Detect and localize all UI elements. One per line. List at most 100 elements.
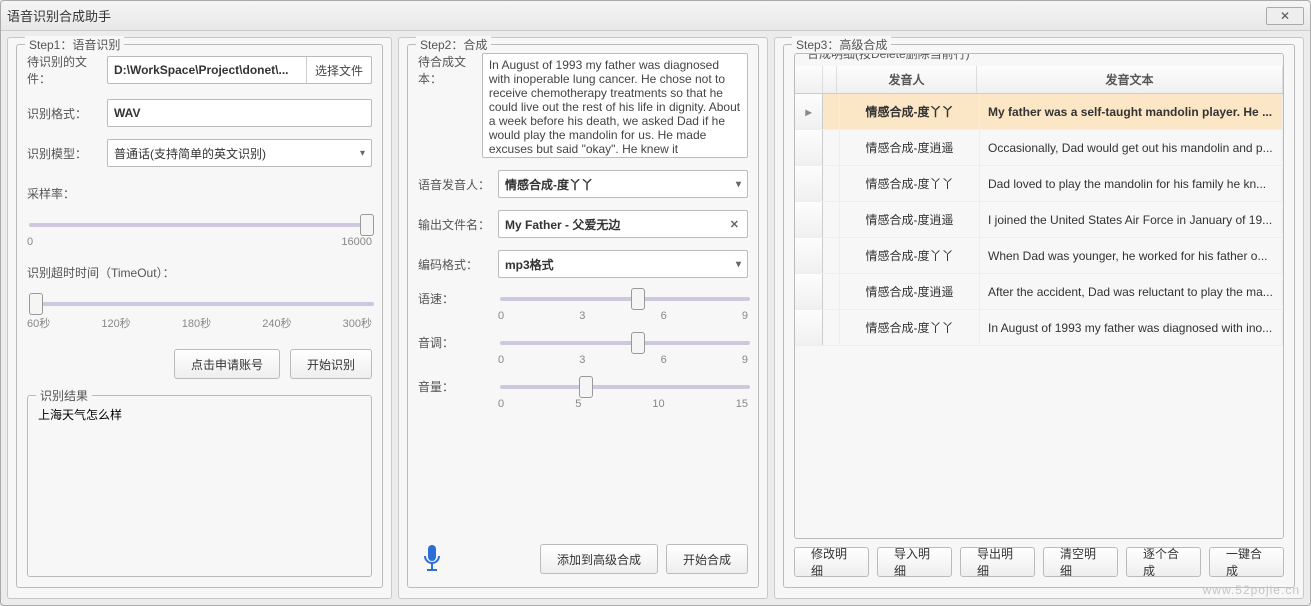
table-row[interactable]: 情感合成-度逍遥After the accident, Dad was relu… (795, 274, 1283, 310)
pt0: 0 (498, 354, 504, 366)
model-row: 识别模型： 普通话(支持简单的英文识别) (27, 139, 372, 167)
each-synth-button[interactable]: 逐个合成 (1126, 547, 1201, 577)
close-button[interactable]: ✕ (1266, 7, 1304, 25)
import-button[interactable]: 导入明细 (877, 547, 952, 577)
pitch-slider[interactable] (500, 341, 750, 345)
pitch-ticks: 0 3 6 9 (498, 354, 748, 366)
row-gap (823, 130, 840, 165)
enc-select[interactable]: mp3格式 (498, 250, 748, 278)
file-browse-button[interactable]: 选择文件 (306, 57, 371, 83)
row-header-col2 (823, 66, 837, 93)
sp2: 6 (661, 310, 667, 322)
table-row[interactable]: 情感合成-度丫丫Dad loved to play the mandolin f… (795, 166, 1283, 202)
table-title: 合成明细(按Delete删除当前行) (803, 53, 974, 62)
table-header: 发音人 发音文本 (795, 66, 1283, 94)
outfile-row: 输出文件名： My Father - 父爱无边 (418, 210, 748, 238)
t4: 300秒 (343, 315, 372, 331)
cell-voice: 情感合成-度丫丫 (840, 166, 980, 201)
vl0: 0 (498, 398, 504, 410)
timeout-ticks: 60秒 120秒 180秒 240秒 300秒 (27, 315, 372, 331)
step2-title: Step2：合成 (416, 36, 491, 53)
step2-fieldset: Step2：合成 待合成文本： In August of 1993 my fat… (407, 44, 759, 588)
table-body: ▸情感合成-度丫丫My father was a self-taught man… (795, 94, 1283, 346)
t0: 60秒 (27, 315, 50, 331)
cell-text: My father was a self-taught mandolin pla… (980, 94, 1283, 129)
volume-label: 音量： (418, 378, 498, 395)
cell-voice: 情感合成-度逍遥 (840, 274, 980, 309)
volume-slider[interactable] (500, 385, 750, 389)
model-value: 普通话(支持简单的英文识别) (114, 145, 266, 162)
row-gap (823, 274, 840, 309)
timeout-label: 识别超时时间（TimeOut）： (27, 264, 372, 281)
synth-text-input[interactable]: In August of 1993 my father was diagnose… (482, 53, 748, 158)
step3-fieldset: Step3：高级合成 合成明细(按Delete删除当前行) 发音人 发音文本 ▸… (783, 44, 1295, 588)
timeout-section: 识别超时时间（TimeOut）： 60秒 120秒 180秒 240秒 300秒 (27, 264, 372, 331)
file-input[interactable]: D:\WorkSpace\Project\donet\... 选择文件 (107, 56, 372, 84)
table-row[interactable]: 情感合成-度逍遥I joined the United States Air F… (795, 202, 1283, 238)
format-value: WAV (114, 106, 140, 120)
content: Step1：语音识别 待识别的文件： D:\WorkSpace\Project\… (1, 31, 1310, 605)
rate-slider[interactable] (29, 223, 374, 227)
table-row[interactable]: 情感合成-度逍遥Occasionally, Dad would get out … (795, 130, 1283, 166)
add-to-advanced-button[interactable]: 添加到高级合成 (540, 544, 658, 574)
speed-slider[interactable] (500, 297, 750, 301)
volume-ticks: 0 5 10 15 (498, 398, 748, 410)
format-input[interactable]: WAV (107, 99, 372, 127)
rate-min: 0 (27, 236, 33, 248)
modify-button[interactable]: 修改明细 (794, 547, 869, 577)
speed-row: 语速： 0 3 6 9 (418, 290, 748, 322)
cell-voice: 情感合成-度逍遥 (840, 130, 980, 165)
timeout-slider[interactable] (29, 302, 374, 306)
table-row[interactable]: ▸ 情感合成-度丫丫My father was a self-taught man… (795, 94, 1283, 130)
window-title: 语音识别合成助手 (7, 6, 111, 25)
model-select[interactable]: 普通话(支持简单的英文识别) (107, 139, 372, 167)
enc-row: 编码格式： mp3格式 (418, 250, 748, 278)
step3-buttons: 修改明细 导入明细 导出明细 清空明细 逐个合成 一键合成 (794, 547, 1284, 577)
file-label: 待识别的文件： (27, 53, 107, 87)
step1-panel: Step1：语音识别 待识别的文件： D:\WorkSpace\Project\… (7, 37, 392, 599)
table-row[interactable]: 情感合成-度丫丫When Dad was younger, he worked … (795, 238, 1283, 274)
result-fieldset: 识别结果 上海天气怎么样 (27, 395, 372, 577)
microphone-icon[interactable] (418, 541, 446, 577)
apply-account-button[interactable]: 点击申请账号 (174, 349, 280, 379)
row-indicator (795, 238, 823, 273)
row-gap (823, 166, 840, 201)
row-indicator (795, 166, 823, 201)
start-synth-button[interactable]: 开始合成 (666, 544, 748, 574)
row-indicator: ▸ (795, 94, 823, 129)
voice-value: 情感合成-度丫丫 (505, 176, 593, 193)
cell-text: Dad loved to play the mandolin for his f… (980, 166, 1283, 201)
rate-section: 采样率： 0 16000 (27, 185, 372, 248)
cell-voice: 情感合成-度逍遥 (840, 202, 980, 237)
outfile-input[interactable]: My Father - 父爱无边 (498, 210, 748, 238)
pt2: 6 (661, 354, 667, 366)
table-row[interactable]: 情感合成-度丫丫In August of 1993 my father was … (795, 310, 1283, 346)
outfile-value: My Father - 父爱无边 (505, 216, 620, 233)
start-recognize-button[interactable]: 开始识别 (290, 349, 372, 379)
format-label: 识别格式： (27, 105, 107, 122)
vl1: 5 (575, 398, 581, 410)
outfile-label: 输出文件名： (418, 216, 498, 233)
app-window: 语音识别合成助手 ✕ Step1：语音识别 待识别的文件： D:\WorkSpa… (0, 0, 1311, 606)
vl2: 10 (652, 398, 664, 410)
voice-select[interactable]: 情感合成-度丫丫 (498, 170, 748, 198)
export-button[interactable]: 导出明细 (960, 547, 1035, 577)
rate-max: 16000 (341, 236, 372, 248)
row-header-col (795, 66, 823, 93)
rate-ticks: 0 16000 (27, 236, 372, 248)
result-textarea[interactable]: 上海天气怎么样 (36, 404, 363, 566)
detail-table: 合成明细(按Delete删除当前行) 发音人 发音文本 ▸情感合成-度丫丫My … (794, 53, 1284, 539)
cell-voice: 情感合成-度丫丫 (840, 238, 980, 273)
sp1: 3 (579, 310, 585, 322)
clear-button[interactable]: 清空明细 (1043, 547, 1118, 577)
voice-row: 语音发音人： 情感合成-度丫丫 (418, 170, 748, 198)
pitch-label: 音调： (418, 334, 498, 351)
merge-synth-button[interactable]: 一键合成 (1209, 547, 1284, 577)
pt3: 9 (742, 354, 748, 366)
cell-text: I joined the United States Air Force in … (980, 202, 1283, 237)
cell-text: In August of 1993 my father was diagnose… (980, 310, 1283, 345)
cell-voice: 情感合成-度丫丫 (840, 94, 980, 129)
t3: 240秒 (262, 315, 291, 331)
row-gap (823, 238, 840, 273)
step2-buttons: 添加到高级合成 开始合成 (418, 541, 748, 577)
